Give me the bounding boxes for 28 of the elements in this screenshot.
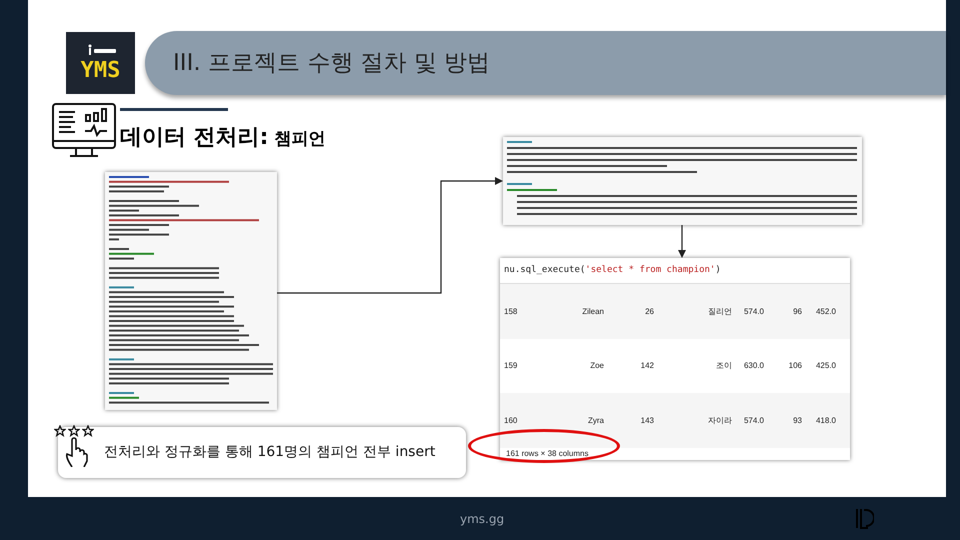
- table-cell-text: 160: [504, 414, 518, 427]
- table-summary: 161 rows × 38 columns: [506, 448, 588, 460]
- section-title: 데이터 전처리:: [120, 124, 268, 152]
- table-cell-text: 96: [792, 306, 802, 318]
- table-cell-text: 418.0: [814, 414, 836, 427]
- table-cell-text: 106: [788, 360, 802, 372]
- footer-site: yms.gg: [460, 510, 504, 528]
- callout-text: 전처리와 정규화를 통해 161명의 챔피언 전부 insert: [104, 443, 436, 462]
- table-cell-text: Zoe: [589, 360, 604, 372]
- table-cell-text: Zilean: [581, 306, 604, 318]
- table-cell-text: 조이: [715, 360, 732, 372]
- logo: YMS: [66, 32, 135, 94]
- table-cell-text: 574.0: [742, 306, 764, 318]
- table-cell-text: 158: [504, 306, 518, 318]
- table-cell-text: Zyra: [587, 414, 604, 427]
- table-cell-text: 질리언: [707, 306, 732, 318]
- table-cell-text: 425.0: [814, 360, 836, 372]
- table-cell-text: 143: [640, 414, 654, 427]
- header-title: III. 프로젝트 수행 절차 및 방법: [173, 48, 490, 78]
- table-cell-text: 142: [640, 360, 654, 372]
- table-cell-text: 159: [504, 360, 518, 372]
- table-cell-text: 26: [644, 306, 654, 318]
- table-cell-text: 자이라: [707, 414, 732, 427]
- table-cell-text: 452.0: [814, 306, 836, 318]
- table-cell-text: 630.0: [742, 360, 764, 372]
- section-subtitle: 챔피언: [274, 128, 326, 151]
- table-cell-text: 574.0: [742, 414, 764, 427]
- table-cell-text: 93: [792, 414, 802, 427]
